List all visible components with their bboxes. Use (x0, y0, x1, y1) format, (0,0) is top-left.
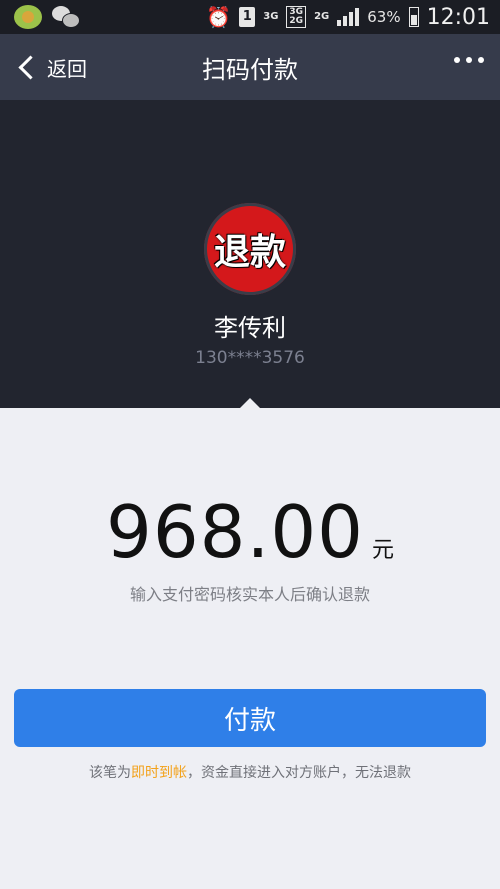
amount-display: 968.00 元 (0, 490, 500, 574)
chevron-left-icon (18, 54, 43, 80)
back-label: 返回 (47, 56, 87, 81)
more-options-button[interactable] (454, 57, 484, 63)
payee-account: 130****3576 (195, 348, 305, 368)
amount-value: 968.00 (106, 490, 364, 574)
page-title: 扫码付款 (202, 55, 298, 84)
network-type-indicator-tertiary: 2G (314, 11, 330, 22)
wechat-notification-icon (52, 6, 80, 28)
battery-percent: 63% (367, 8, 401, 26)
status-time: 12:01 (426, 4, 490, 30)
sim-slot-badge: 1 (239, 7, 256, 27)
network-type-indicator-secondary: 3G 2G (286, 6, 307, 28)
pay-button-label: 付款 (223, 705, 276, 736)
app-notification-icon (14, 5, 42, 29)
more-dots-icon (454, 57, 460, 63)
panel-pointer (240, 398, 260, 408)
notice-highlight: 即时到帐 (131, 765, 187, 781)
status-bar: ⏰ 1 3G 3G 2G 2G 63% 12:01 (0, 0, 500, 34)
payee-panel: 退款 李传利 130****3576 (0, 100, 500, 408)
network-type-indicator: 3G (263, 11, 279, 22)
notice-prefix: 该笔为 (89, 765, 131, 781)
navigation-bar: 返回 扫码付款 (0, 34, 500, 100)
pay-button[interactable]: 付款 (14, 689, 486, 747)
payee-name: 李传利 (214, 314, 286, 342)
amount-unit: 元 (371, 538, 394, 563)
avatar: 退款 (204, 203, 296, 295)
payment-section: 968.00 元 输入支付密码核实本人后确认退款 付款 该笔为即时到帐，资金直接… (0, 408, 500, 889)
avatar-text: 退款 (213, 232, 286, 273)
back-button[interactable]: 返回 (16, 34, 87, 100)
payment-notice: 该笔为即时到帐，资金直接进入对方账户，无法退款 (0, 762, 500, 782)
notice-suffix: ，资金直接进入对方账户，无法退款 (187, 765, 411, 781)
battery-icon (408, 7, 419, 27)
signal-strength-icon (337, 8, 360, 26)
payment-hint: 输入支付密码核实本人后确认退款 (129, 585, 370, 604)
alarm-icon: ⏰ (206, 5, 232, 29)
